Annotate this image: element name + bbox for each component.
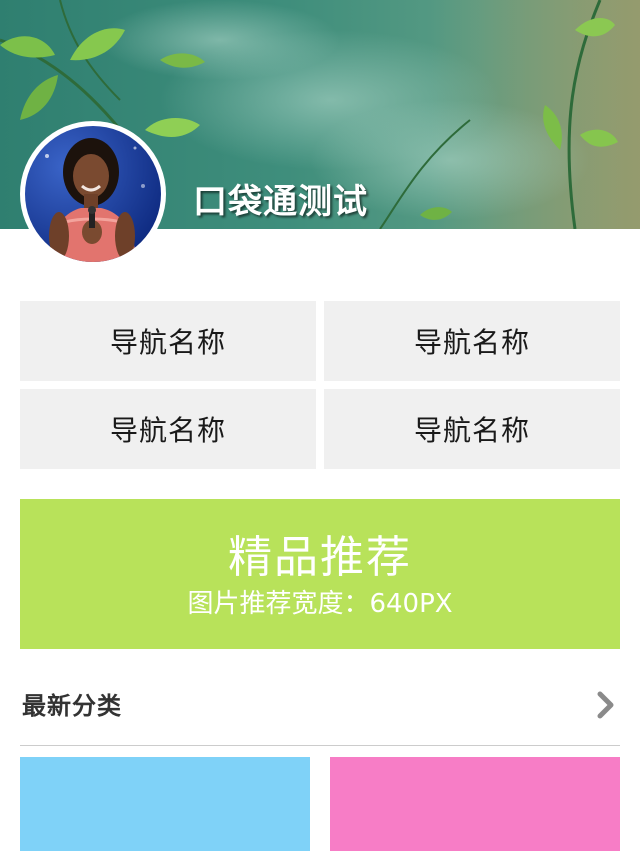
nav-item-1[interactable]: 导航名称: [20, 301, 316, 381]
section-title: 最新分类: [22, 692, 122, 720]
nav-item-2[interactable]: 导航名称: [324, 301, 620, 381]
section-header[interactable]: 最新分类: [20, 676, 620, 736]
promo-subtitle: 图片推荐宽度：640PX: [187, 589, 453, 619]
page-title: 口袋通测试: [193, 182, 368, 222]
promo-banner[interactable]: 精品推荐 图片推荐宽度：640PX: [20, 499, 620, 649]
category-tile-pink[interactable]: [330, 757, 620, 851]
section-divider: [20, 745, 620, 746]
nav-item-4[interactable]: 导航名称: [324, 389, 620, 469]
avatar-photo: [25, 126, 161, 262]
chevron-right-icon[interactable]: [596, 690, 616, 720]
category-tile-blue[interactable]: [20, 757, 310, 851]
page: 口袋通测试 导航名称 导航名称 导航名称 导航名称 精品推荐 图片推荐宽度：64…: [0, 0, 640, 851]
promo-title: 精品推荐: [228, 532, 412, 583]
nav-grid: 导航名称 导航名称 导航名称 导航名称: [20, 301, 620, 469]
avatar[interactable]: [20, 121, 166, 267]
nav-item-3[interactable]: 导航名称: [20, 389, 316, 469]
